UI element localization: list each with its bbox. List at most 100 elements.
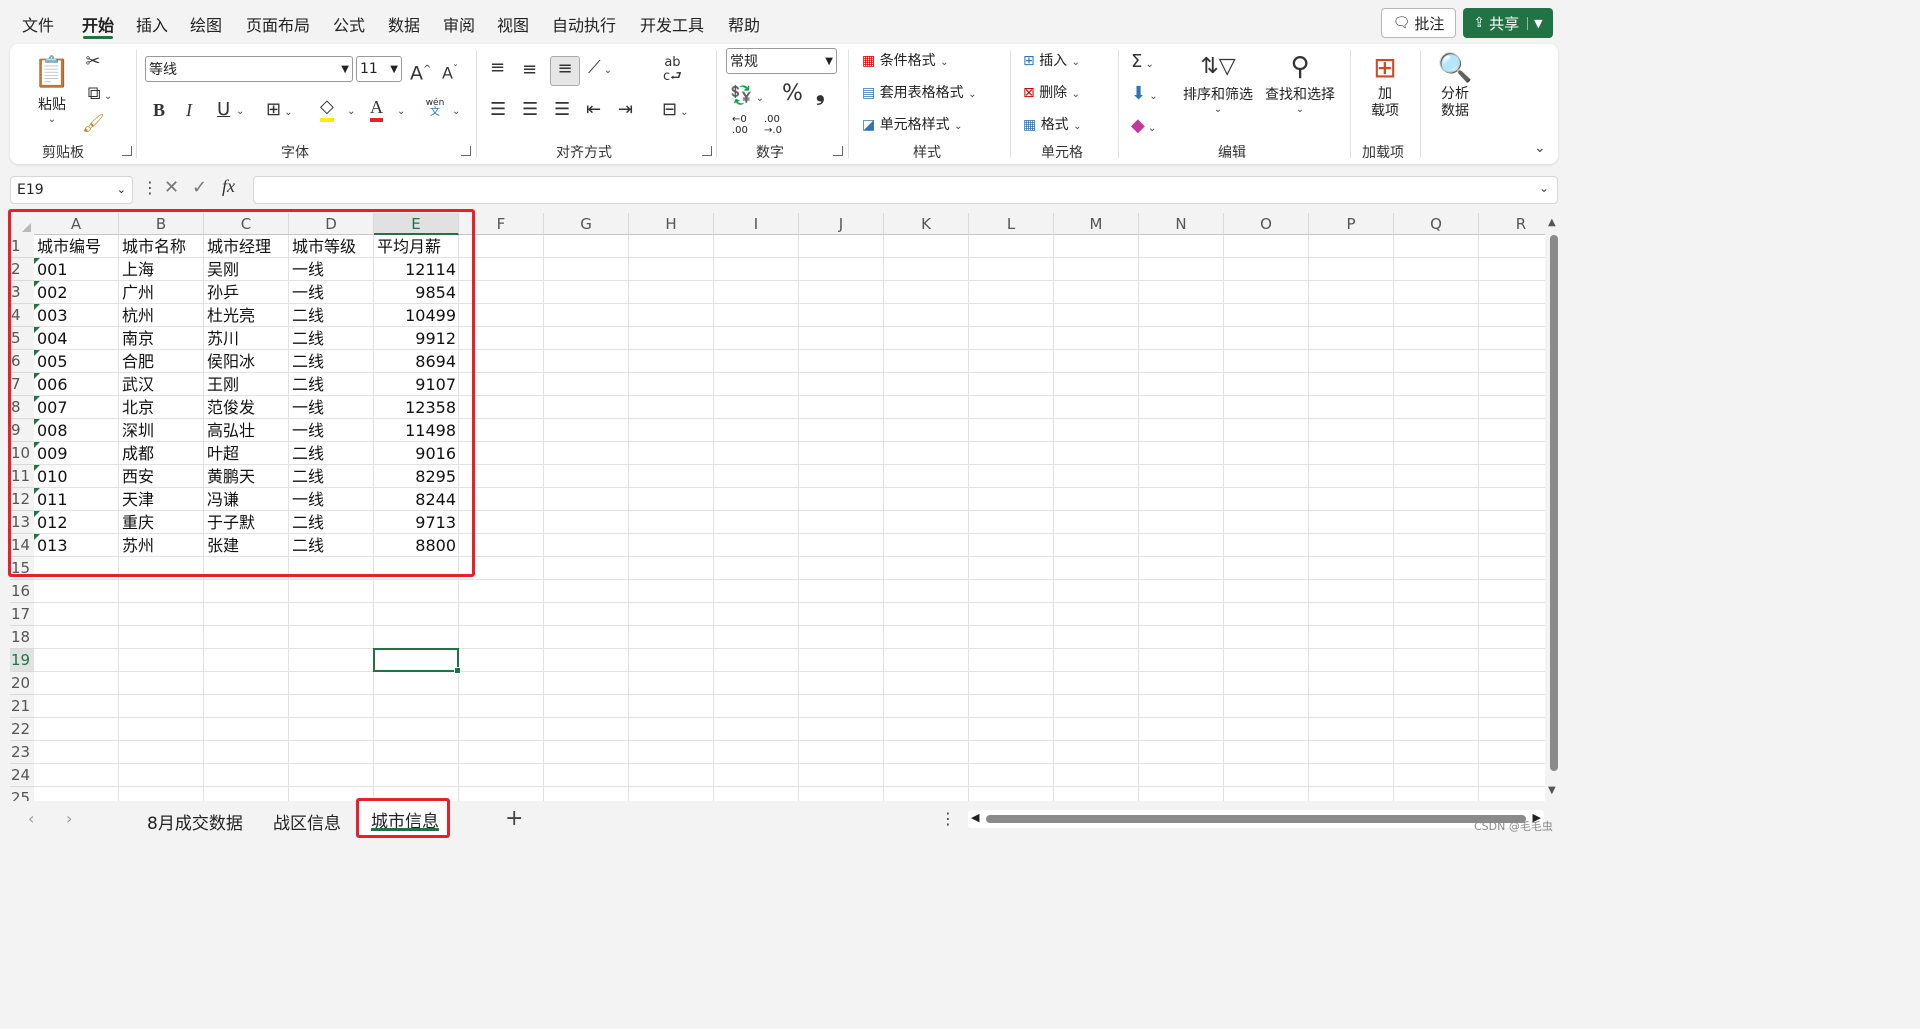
cell-b11[interactable]: 西安: [119, 465, 204, 488]
cell-e8[interactable]: 12358: [374, 396, 459, 419]
align-left-icon[interactable]: ☰: [490, 98, 506, 122]
find-select-button[interactable]: ⚲ 查找和选择 ⌄: [1262, 50, 1338, 115]
cell-e13[interactable]: 9713: [374, 511, 459, 534]
cell-b1[interactable]: 城市名称: [119, 235, 204, 258]
more-options-icon[interactable]: ⋮: [940, 809, 956, 828]
clipboard-launcher-icon[interactable]: [122, 146, 132, 156]
cell-b4[interactable]: 杭州: [119, 304, 204, 327]
cell-b5[interactable]: 南京: [119, 327, 204, 350]
cell-a14[interactable]: 013: [34, 534, 119, 557]
menu-developer[interactable]: 开发工具: [640, 12, 704, 36]
cell-a2[interactable]: 001: [34, 258, 119, 281]
row-header-12[interactable]: 12: [10, 488, 34, 511]
column-header-a[interactable]: A: [34, 213, 119, 235]
cell-d14[interactable]: 二线: [289, 534, 374, 557]
column-header-d[interactable]: D: [289, 213, 374, 235]
cell-b9[interactable]: 深圳: [119, 419, 204, 442]
cell-a1[interactable]: 城市编号: [34, 235, 119, 258]
copy-icon[interactable]: ⧉ ⌄: [82, 82, 118, 109]
decrease-decimal-icon[interactable]: .00 →.0: [764, 114, 782, 136]
cell-e10[interactable]: 9016: [374, 442, 459, 465]
row-header-21[interactable]: 21: [10, 695, 34, 718]
cell-d1[interactable]: 城市等级: [289, 235, 374, 258]
menu-draw[interactable]: 绘图: [190, 12, 222, 36]
cell-e11[interactable]: 8295: [374, 465, 459, 488]
column-header-r[interactable]: R: [1479, 213, 1545, 235]
cell-b12[interactable]: 天津: [119, 488, 204, 511]
cell-e3[interactable]: 9854: [374, 281, 459, 304]
cell-d13[interactable]: 二线: [289, 511, 374, 534]
sheet-tab-region-info[interactable]: 战区信息: [273, 809, 341, 834]
cell-c5[interactable]: 苏川: [204, 327, 289, 350]
cell-styles-button[interactable]: ◪ 单元格样式 ⌄: [862, 114, 963, 138]
row-header-8[interactable]: 8: [10, 396, 34, 419]
name-box[interactable]: E19 ⌄: [10, 176, 133, 204]
increase-decimal-icon[interactable]: ←0.00: [732, 114, 748, 136]
row-header-14[interactable]: 14: [10, 534, 34, 557]
cell-d8[interactable]: 一线: [289, 396, 374, 419]
more-options-icon[interactable]: ⋮: [142, 178, 158, 197]
column-header-c[interactable]: C: [204, 213, 289, 235]
collapse-ribbon-icon[interactable]: ⌄: [1534, 140, 1546, 156]
cell-a8[interactable]: 007: [34, 396, 119, 419]
cell-b13[interactable]: 重庆: [119, 511, 204, 534]
merge-center-icon[interactable]: ⊟ ⌄: [662, 98, 689, 125]
decrease-indent-icon[interactable]: ⇤: [586, 98, 601, 122]
align-right-icon[interactable]: ☰: [554, 98, 570, 122]
underline-button[interactable]: U: [217, 98, 230, 122]
font-color-icon[interactable]: A: [370, 96, 383, 122]
menu-page-layout[interactable]: 页面布局: [246, 12, 310, 36]
row-header-4[interactable]: 4: [10, 304, 34, 327]
sort-filter-button[interactable]: ⇅▽ 排序和筛选 ⌄: [1180, 50, 1256, 115]
horizontal-scrollbar[interactable]: ◀ ▶: [968, 810, 1544, 828]
cell-e2[interactable]: 12114: [374, 258, 459, 281]
cell-c7[interactable]: 王刚: [204, 373, 289, 396]
row-header-6[interactable]: 6: [10, 350, 34, 373]
cell-d9[interactable]: 一线: [289, 419, 374, 442]
row-header-13[interactable]: 13: [10, 511, 34, 534]
expand-formula-bar-icon[interactable]: ⌄: [1539, 181, 1549, 195]
row-header-1[interactable]: 1: [10, 235, 34, 258]
cell-a9[interactable]: 008: [34, 419, 119, 442]
worksheet-grid[interactable]: ABCDEFGHIJKLMNOPQR 1 2 3 4 5 6 7 8 9 10 11 12 13 14 15…: [10, 213, 1545, 801]
addins-button[interactable]: ⊞ 加 载项: [1362, 50, 1408, 120]
column-header-n[interactable]: N: [1139, 213, 1224, 235]
conditional-formatting-button[interactable]: ▦ 条件格式 ⌄: [862, 50, 949, 74]
cell-a5[interactable]: 004: [34, 327, 119, 350]
column-header-l[interactable]: L: [969, 213, 1054, 235]
wrap-text-icon[interactable]: ab c⮐: [663, 56, 682, 84]
format-cells-button[interactable]: ▦ 格式 ⌄: [1023, 114, 1082, 138]
row-header-7[interactable]: 7: [10, 373, 34, 396]
share-button[interactable]: ⇪ 共享 ▼: [1463, 8, 1553, 38]
chevron-down-icon[interactable]: ▼: [1527, 16, 1543, 30]
chevron-down-icon[interactable]: ⌄: [236, 106, 244, 117]
cell-e5[interactable]: 9912: [374, 327, 459, 350]
cell-e14[interactable]: 8800: [374, 534, 459, 557]
row-header-22[interactable]: 22: [10, 718, 34, 741]
cell-e4[interactable]: 10499: [374, 304, 459, 327]
row-header-15[interactable]: 15: [10, 557, 34, 580]
font-name-select[interactable]: 等线 ▼: [145, 56, 353, 82]
cell-e6[interactable]: 8694: [374, 350, 459, 373]
row-header-10[interactable]: 10: [10, 442, 34, 465]
cell-d12[interactable]: 一线: [289, 488, 374, 511]
cell-a11[interactable]: 010: [34, 465, 119, 488]
number-launcher-icon[interactable]: [833, 146, 843, 156]
fill-icon[interactable]: ⬇ ⌄: [1131, 82, 1158, 109]
column-header-p[interactable]: P: [1309, 213, 1394, 235]
scroll-up-icon[interactable]: ▲: [1548, 217, 1556, 228]
chevron-down-icon[interactable]: ⌄: [397, 106, 405, 117]
comma-style-button[interactable]: ❟: [816, 82, 825, 106]
insert-cells-button[interactable]: ⊞ 插入 ⌄: [1023, 50, 1080, 74]
orientation-icon[interactable]: ⟋ ⌄: [588, 56, 612, 83]
insert-function-button[interactable]: fx: [222, 176, 235, 197]
row-header-24[interactable]: 24: [10, 764, 34, 787]
row-header-9[interactable]: 9: [10, 419, 34, 442]
row-header-25[interactable]: 25: [10, 787, 34, 801]
menu-review[interactable]: 审阅: [443, 12, 475, 36]
cell-d2[interactable]: 一线: [289, 258, 374, 281]
cancel-icon[interactable]: ✕: [164, 177, 179, 198]
menu-file[interactable]: 文件: [22, 12, 54, 36]
cell-c4[interactable]: 杜光亮: [204, 304, 289, 327]
cell-c14[interactable]: 张建: [204, 534, 289, 557]
